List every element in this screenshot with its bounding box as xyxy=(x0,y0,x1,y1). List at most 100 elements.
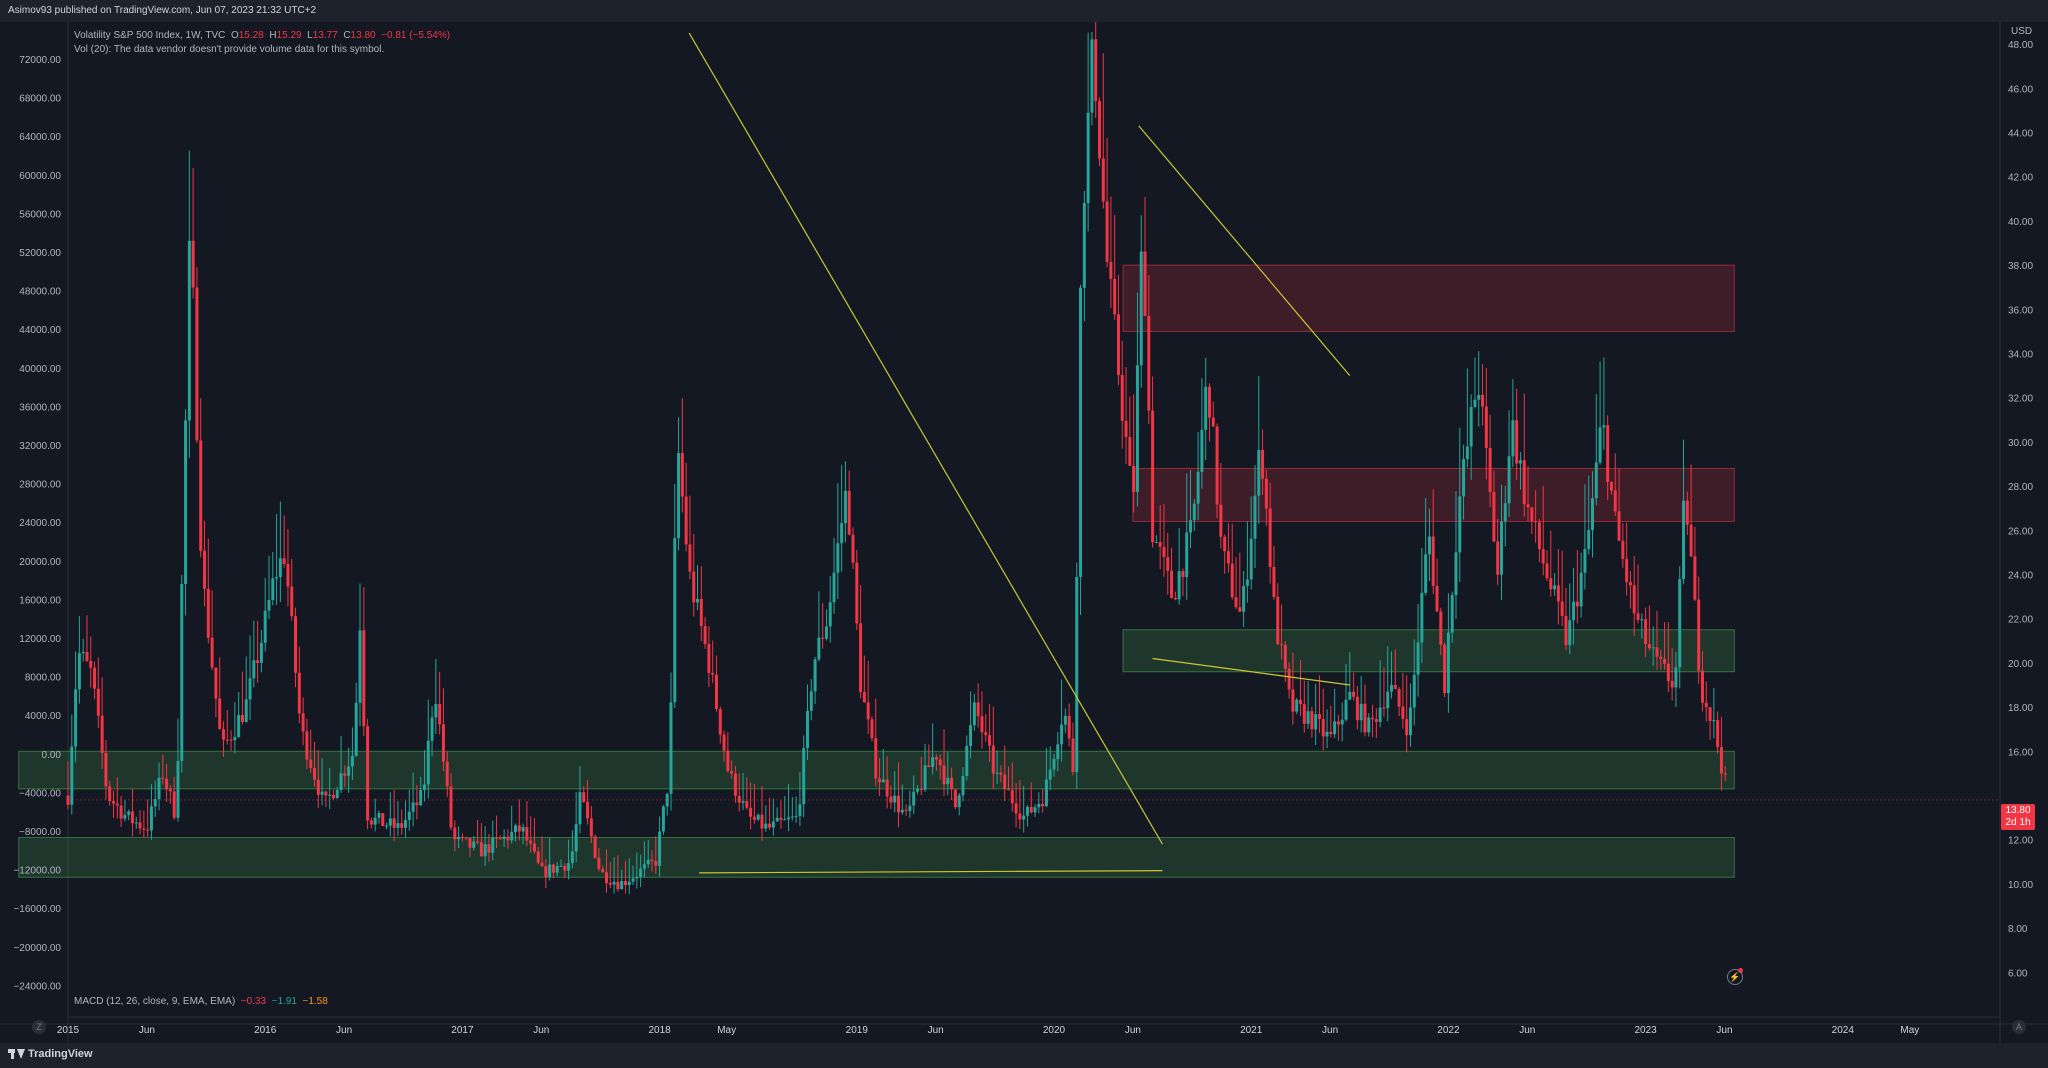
candle-body-379 xyxy=(1503,503,1507,522)
high-label: H xyxy=(269,30,277,41)
price-chart[interactable]: 48.00 46.00 44.00 42.00 40.00 38.00 36.00 34.00… xyxy=(0,22,2048,1043)
candle-body-202 xyxy=(832,572,836,603)
candle-body-197 xyxy=(813,659,817,692)
candle-body-117 xyxy=(510,832,514,841)
candle-body-193 xyxy=(798,804,802,816)
right-axis-tick-18: 10.00 xyxy=(2008,880,2033,891)
candle-body-179 xyxy=(745,801,749,808)
candle-body-346 xyxy=(1378,707,1382,722)
auto-scale-button[interactable]: A xyxy=(2012,1020,2026,1034)
candle-body-147 xyxy=(623,881,627,885)
candle-body-228 xyxy=(931,757,935,768)
candle-body-299 xyxy=(1200,429,1204,472)
left-axis-tick-2: 64000.00 xyxy=(19,132,61,143)
candle-body-123 xyxy=(532,843,536,852)
candle-body-262 xyxy=(1060,724,1064,745)
candle-body-203 xyxy=(836,543,840,573)
candle-body-375 xyxy=(1488,448,1492,493)
candle-body-253 xyxy=(1025,806,1029,816)
candle-body-59 xyxy=(290,586,294,617)
candle-body-349 xyxy=(1390,684,1394,692)
candle-body-289 xyxy=(1162,546,1166,558)
candle-body-390 xyxy=(1545,563,1549,579)
candle-body-431 xyxy=(1700,670,1704,703)
left-axis-tick-12: 24000.00 xyxy=(19,518,61,529)
candle-body-352 xyxy=(1401,706,1405,720)
candle-body-244 xyxy=(991,745,995,774)
candle-body-231 xyxy=(942,765,946,785)
candle-body-287 xyxy=(1154,542,1158,544)
candle-body-106 xyxy=(468,838,472,848)
candle-body-131 xyxy=(563,865,567,871)
candle-body-102 xyxy=(453,827,457,840)
candle-body-30 xyxy=(180,583,184,761)
macd-value-2: −1.91 xyxy=(271,996,297,1007)
candle-body-319 xyxy=(1276,596,1280,645)
candle-body-48 xyxy=(248,678,252,700)
candle-body-73 xyxy=(343,773,347,776)
candle-body-185 xyxy=(768,823,772,828)
candle-body-292 xyxy=(1173,597,1177,600)
candle-body-235 xyxy=(957,795,961,808)
zoom-button[interactable]: Z xyxy=(32,1020,46,1034)
candle-body-258 xyxy=(1044,779,1048,807)
candle-body-19 xyxy=(138,822,142,829)
candle-body-356 xyxy=(1416,642,1420,675)
candle-body-125 xyxy=(540,862,544,867)
candle-body-34 xyxy=(195,287,199,441)
candle-body-338 xyxy=(1348,691,1352,700)
candle-body-430 xyxy=(1697,599,1701,671)
candle-body-11 xyxy=(108,786,112,802)
time-axis-tick-16: 2023 xyxy=(1634,1025,1657,1036)
time-axis-tick-11: Jun xyxy=(1125,1025,1141,1036)
candle-body-300 xyxy=(1204,386,1208,430)
candle-body-112 xyxy=(491,837,495,853)
high-value: 15.29 xyxy=(276,30,302,41)
candle-body-268 xyxy=(1082,203,1086,288)
candle-body-40 xyxy=(218,698,222,730)
candle-body-41 xyxy=(221,729,225,740)
candle-body-260 xyxy=(1052,759,1056,770)
time-axis-tick-17: Jun xyxy=(1716,1025,1732,1036)
candle-body-296 xyxy=(1189,520,1193,533)
candle-body-94 xyxy=(422,784,426,790)
candle-body-354 xyxy=(1408,707,1412,736)
candle-body-82 xyxy=(377,813,381,818)
candle-body-363 xyxy=(1443,644,1447,694)
candle-body-181 xyxy=(752,816,756,820)
candle-body-75 xyxy=(350,755,354,767)
candle-body-46 xyxy=(240,714,244,722)
candle-body-121 xyxy=(525,827,529,841)
candle-body-189 xyxy=(783,819,787,821)
candle-body-135 xyxy=(578,792,582,825)
right-axis-tick-13: 22.00 xyxy=(2008,615,2033,626)
candle-body-70 xyxy=(331,794,335,799)
candle-body-169 xyxy=(707,643,711,674)
candle-body-295 xyxy=(1185,532,1189,578)
candle-body-264 xyxy=(1067,715,1071,739)
candle-body-156 xyxy=(658,831,662,866)
candle-body-78 xyxy=(362,630,366,727)
candle-body-437 xyxy=(1723,773,1727,775)
candle-body-282 xyxy=(1135,365,1139,492)
candle-body-426 xyxy=(1682,500,1686,580)
close-value: 13.80 xyxy=(350,30,376,41)
candle-body-261 xyxy=(1056,744,1060,760)
candle-body-14 xyxy=(119,805,123,819)
candle-body-417 xyxy=(1647,643,1651,649)
candle-body-357 xyxy=(1420,592,1424,643)
candle-body-355 xyxy=(1412,674,1416,708)
candle-body-215 xyxy=(881,779,885,783)
candle-body-91 xyxy=(411,802,415,812)
candle-body-288 xyxy=(1158,542,1162,547)
candle-body-139 xyxy=(593,836,597,858)
time-axis-tick-15: Jun xyxy=(1519,1025,1535,1036)
left-axis-tick-8: 40000.00 xyxy=(19,364,61,375)
tradingview-brand[interactable]: TradingView xyxy=(8,1048,93,1060)
left-axis-tick-24: −24000.00 xyxy=(13,981,61,992)
candle-body-205 xyxy=(843,490,847,524)
candle-body-435 xyxy=(1716,720,1720,748)
candle-body-364 xyxy=(1446,632,1450,694)
candle-body-10 xyxy=(104,752,108,787)
right-axis-tick-9: 30.00 xyxy=(2008,438,2033,449)
